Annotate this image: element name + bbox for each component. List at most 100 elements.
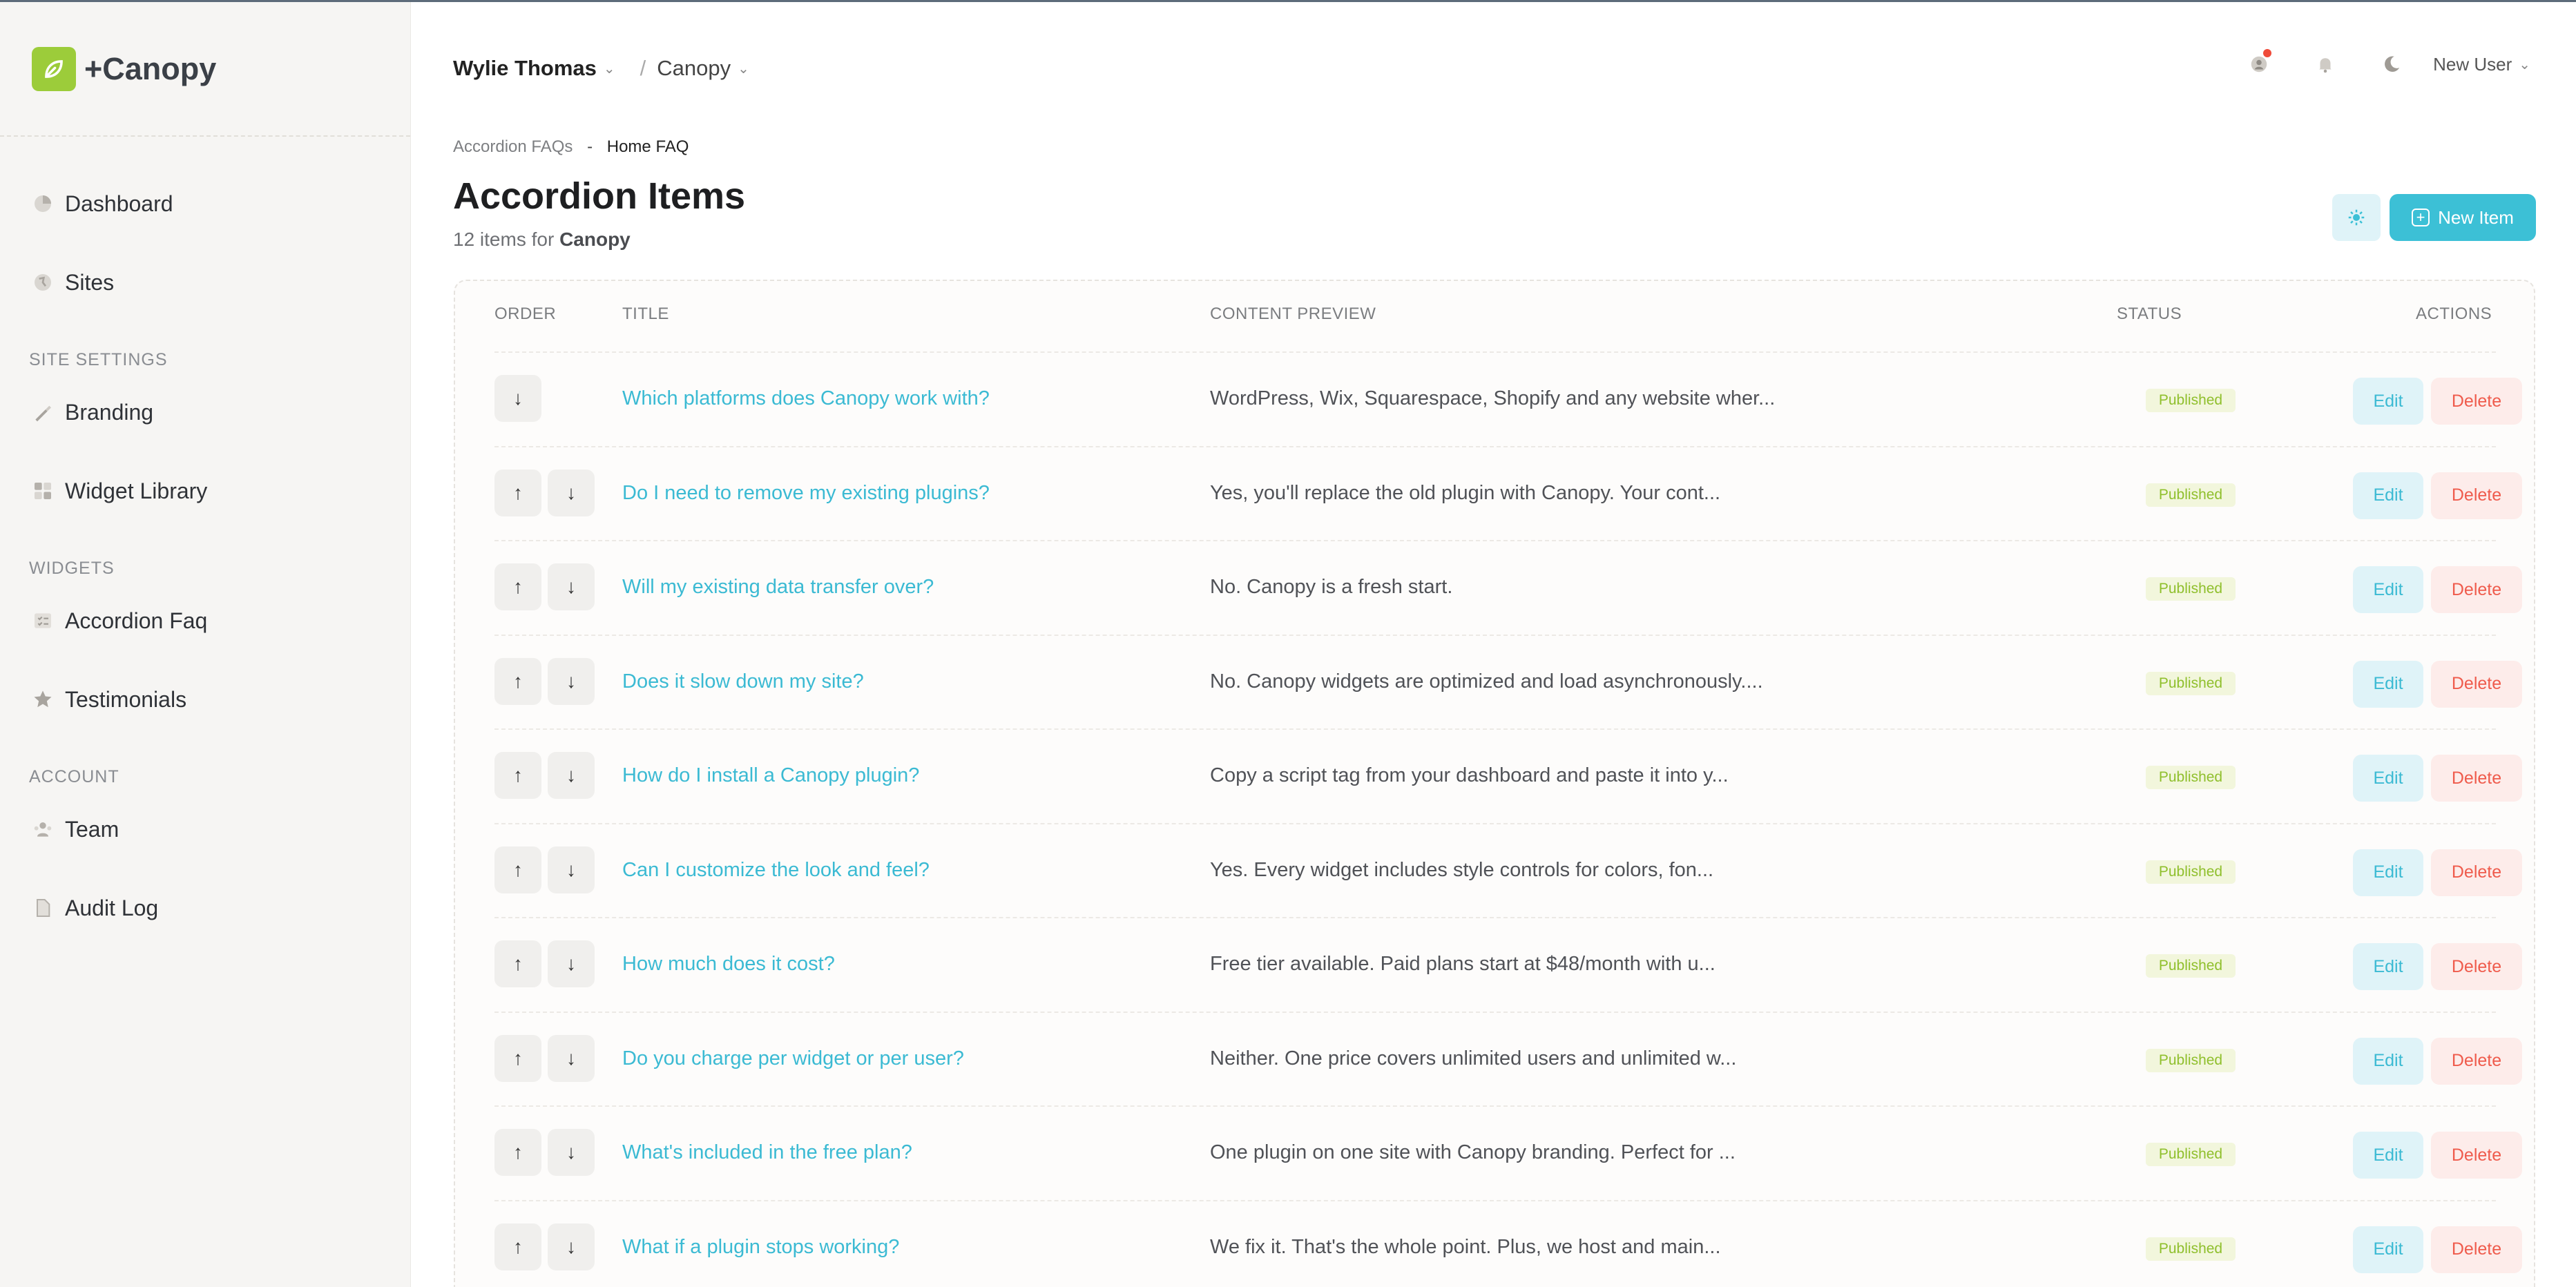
item-title-link[interactable]: Do I need to remove my existing plugins?	[622, 482, 990, 505]
move-down-button[interactable]: ↓	[548, 940, 595, 987]
bell-icon[interactable]	[2311, 50, 2339, 78]
sidebar-nav: Dashboard Sites SITE SETTINGS Branding W…	[0, 137, 410, 947]
nav-section-site-settings: SITE SETTINGS	[29, 350, 168, 369]
edit-button[interactable]: Edit	[2353, 849, 2423, 896]
move-up-button[interactable]: ↑	[494, 940, 541, 987]
notification-dot	[2263, 49, 2272, 57]
move-up-button[interactable]: ↑	[494, 657, 541, 705]
sidebar-item-label: Dashboard	[65, 191, 173, 216]
sidebar-item-audit-log[interactable]: Audit Log	[0, 869, 410, 947]
new-item-button[interactable]: + New Item	[2390, 194, 2536, 241]
edit-button[interactable]: Edit	[2353, 472, 2423, 519]
delete-button[interactable]: Delete	[2431, 943, 2522, 990]
brand[interactable]: +Canopy	[0, 2, 410, 137]
delete-button[interactable]: Delete	[2431, 1132, 2522, 1179]
delete-button[interactable]: Delete	[2431, 1226, 2522, 1273]
leaf-logo-icon	[32, 46, 76, 91]
content-preview: Copy a script tag from your dashboard an…	[1210, 764, 1729, 786]
sidebar-item-branding[interactable]: Branding	[0, 373, 410, 452]
table-row: ↑ ↓ What if a plugin stops working? We fix …	[494, 1199, 2522, 1287]
status-badge: Published	[2146, 954, 2236, 978]
chevron-down-icon[interactable]: ⌄	[604, 60, 615, 77]
team-icon	[30, 817, 55, 842]
status-badge: Published	[2146, 483, 2236, 507]
item-title-link[interactable]: Will my existing data transfer over?	[622, 576, 934, 599]
move-down-button[interactable]: ↓	[548, 1034, 595, 1082]
workspace-switcher: Wylie Thomas ⌄ / Canopy ⌄	[453, 56, 749, 81]
edit-button[interactable]: Edit	[2353, 943, 2423, 990]
sidebar-item-testimonials[interactable]: Testimonials	[0, 660, 410, 739]
item-title-link[interactable]: How do I install a Canopy plugin?	[622, 764, 919, 787]
sidebar-item-sites[interactable]: Sites	[0, 243, 410, 322]
content-preview: Yes, you'll replace the old plugin with …	[1210, 481, 1721, 504]
move-down-button[interactable]: ↓	[548, 752, 595, 799]
item-title-link[interactable]: Does it slow down my site?	[622, 670, 864, 693]
item-title-link[interactable]: Which platforms does Canopy work with?	[622, 387, 990, 410]
content-preview: One plugin on one site with Canopy brand…	[1210, 1141, 1736, 1163]
move-down-button[interactable]: ↓	[548, 1129, 595, 1176]
widget-settings-button[interactable]	[2332, 194, 2381, 241]
moon-icon[interactable]	[2378, 50, 2405, 78]
move-up-button[interactable]: ↑	[494, 1223, 541, 1270]
edit-button[interactable]: Edit	[2353, 660, 2423, 708]
content-preview: WordPress, Wix, Squarespace, Shopify and…	[1210, 387, 1776, 409]
delete-button[interactable]: Delete	[2431, 378, 2522, 425]
move-up-button[interactable]: ↑	[494, 1034, 541, 1082]
item-title-link[interactable]: What's included in the free plan?	[622, 1141, 912, 1164]
move-down-button[interactable]: ↓	[548, 846, 595, 893]
sidebar-item-widget-library[interactable]: Widget Library	[0, 452, 410, 530]
move-up-button[interactable]: ↑	[494, 563, 541, 610]
globe-icon	[30, 270, 55, 295]
move-down-button[interactable]: ↓	[548, 657, 595, 705]
edit-button[interactable]: Edit	[2353, 1037, 2423, 1085]
status-badge: Published	[2146, 860, 2236, 884]
list-icon	[30, 608, 55, 633]
plus-icon: +	[2412, 209, 2430, 226]
column-header-actions: ACTIONS	[2416, 304, 2492, 323]
move-up-button[interactable]: ↑	[494, 846, 541, 893]
move-down-button[interactable]: ↓	[548, 563, 595, 610]
page-subtitle: 12 items for Canopy	[453, 229, 631, 251]
item-title-link[interactable]: Can I customize the look and feel?	[622, 859, 930, 882]
move-up-button[interactable]: ↑	[494, 1129, 541, 1176]
edit-button[interactable]: Edit	[2353, 1132, 2423, 1179]
sidebar-item-dashboard[interactable]: Dashboard	[0, 164, 410, 243]
content-preview: No. Canopy widgets are optimized and loa…	[1210, 670, 1763, 693]
sidebar-item-accordion-faq[interactable]: Accordion Faq	[0, 581, 410, 660]
delete-button[interactable]: Delete	[2431, 566, 2522, 613]
table-row: ↑ ↓ Will my existing data transfer over? No…	[494, 540, 2522, 634]
site-switcher[interactable]: Canopy	[657, 56, 731, 81]
edit-button[interactable]: Edit	[2353, 566, 2423, 613]
site-name: Canopy	[559, 229, 631, 250]
move-down-button[interactable]: ↓	[548, 469, 595, 516]
breadcrumb-parent[interactable]: Accordion FAQs	[453, 137, 573, 156]
edit-button[interactable]: Edit	[2353, 378, 2423, 425]
item-title-link[interactable]: Do you charge per widget or per user?	[622, 1047, 964, 1070]
move-up-button[interactable]: ↑	[494, 752, 541, 799]
item-title-link[interactable]: What if a plugin stops working?	[622, 1236, 899, 1259]
delete-button[interactable]: Delete	[2431, 1037, 2522, 1085]
move-down-button[interactable]: ↓	[548, 1223, 595, 1270]
move-down-button[interactable]: ↓	[494, 375, 541, 422]
org-switcher[interactable]: Wylie Thomas	[453, 56, 597, 81]
status-badge: Published	[2146, 1143, 2236, 1166]
nav-section-account: ACCOUNT	[29, 767, 119, 786]
sidebar-item-team[interactable]: Team	[0, 790, 410, 869]
content-preview: Neither. One price covers unlimited user…	[1210, 1047, 1737, 1070]
delete-button[interactable]: Delete	[2431, 849, 2522, 896]
delete-button[interactable]: Delete	[2431, 755, 2522, 802]
chevron-down-icon[interactable]: ⌄	[738, 60, 749, 77]
move-up-button[interactable]: ↑	[494, 469, 541, 516]
support-icon[interactable]	[2245, 49, 2273, 78]
delete-button[interactable]: Delete	[2431, 472, 2522, 519]
delete-button[interactable]: Delete	[2431, 660, 2522, 708]
user-name: New User	[2433, 53, 2512, 75]
user-menu[interactable]: New User ⌄	[2433, 54, 2530, 75]
table-row: ↑ ↓ Can I customize the look and feel? Yes.…	[494, 822, 2522, 917]
sidebar-item-label: Team	[65, 816, 119, 842]
edit-button[interactable]: Edit	[2353, 1226, 2423, 1273]
item-title-link[interactable]: How much does it cost?	[622, 953, 835, 976]
sidebar-item-label: Sites	[65, 269, 115, 295]
content-preview: We fix it. That's the whole point. Plus,…	[1210, 1235, 1721, 1258]
edit-button[interactable]: Edit	[2353, 755, 2423, 802]
